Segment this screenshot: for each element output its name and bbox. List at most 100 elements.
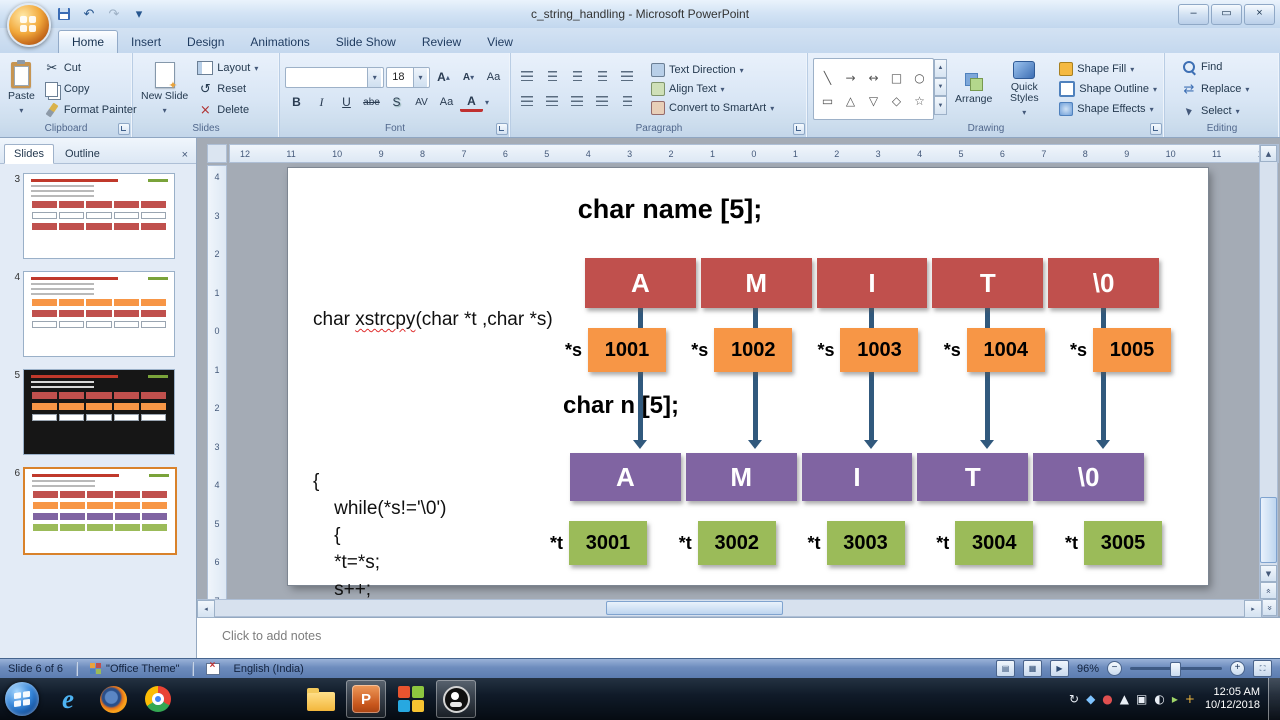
scroll-up-icon[interactable]: ▲ [1260,145,1277,162]
array-cell[interactable]: \0 [1048,258,1159,308]
scroll-left-icon[interactable]: ◂ [197,600,215,618]
vertical-scroll-thumb[interactable] [1260,497,1277,563]
shape-icon[interactable]: □ [885,66,908,89]
tab-insert[interactable]: Insert [118,31,174,53]
shape-effects-button[interactable]: Shape Effects ▾ [1057,101,1159,117]
shrink-font-icon[interactable]: A ▾ [457,68,480,87]
tab-design[interactable]: Design [174,31,237,53]
tab-home[interactable]: Home [58,30,119,53]
array-cell[interactable]: A [585,258,696,308]
justify-icon[interactable] [591,92,614,111]
address-item[interactable]: *s 1005 [1070,328,1171,372]
tray-icon[interactable]: ◐ [1154,692,1164,706]
tab-view[interactable]: View [474,31,526,53]
shape-icon[interactable]: ╲ [816,66,839,89]
shape-icon[interactable]: ↔ [862,66,885,89]
address-box[interactable]: 1001 [588,328,667,372]
maximize-button[interactable]: ▭ [1211,4,1242,25]
taskbar-chrome-icon[interactable] [138,680,178,718]
minimize-button[interactable]: – [1178,4,1209,25]
show-desktop-button[interactable] [1268,678,1280,720]
slide-thumbnail-6[interactable]: 6 [5,467,191,555]
address-box[interactable]: 1005 [1092,328,1171,372]
delete-button[interactable]: × Delete [195,101,260,119]
address-item[interactable]: *t 3005 [1065,521,1162,565]
bullets-icon[interactable] [516,67,539,86]
taskbar-explorer-icon[interactable] [301,680,341,718]
char-n-heading[interactable]: char n [5]; [563,392,679,420]
horizontal-scrollbar[interactable]: ◂ ▸ [196,599,1263,618]
qat-dropdown-icon[interactable]: ▾ [129,4,149,24]
shape-icon[interactable]: ◇ [885,89,908,112]
address-item[interactable]: *t 3004 [936,521,1034,565]
address-box[interactable]: 3001 [569,521,647,565]
save-icon[interactable] [54,4,74,24]
taskbar-ie-icon[interactable]: e [48,680,88,718]
source-array-row[interactable]: A M I T \0 [585,258,1159,308]
redo-icon[interactable]: ↷ [104,4,124,24]
taskbar-powerpoint-icon[interactable]: P [346,680,386,718]
shapes-gallery[interactable]: ╲ → ↔ □ ○ ▭ △ ▽ ◇ ☆ ▲ ▼ ▼ [813,58,947,120]
copy-button[interactable]: Copy [42,80,139,98]
decrease-indent-icon[interactable] [566,67,589,86]
tray-icon[interactable]: ▸ [1172,692,1178,706]
slide-canvas[interactable]: char name [5]; char xstrcpy(char *t ,cha… [288,168,1208,681]
vertical-scrollbar[interactable]: ▲ ▼ » » [1259,144,1278,617]
tray-icon[interactable]: ◆ [1086,692,1095,706]
close-button[interactable]: × [1244,4,1275,25]
align-right-icon[interactable] [566,92,589,111]
font-dialog-launcher[interactable] [496,123,508,135]
drawing-dialog-launcher[interactable] [1150,123,1162,135]
start-button[interactable] [0,678,44,720]
address-item[interactable]: *s 1003 [817,328,919,372]
notes-pane[interactable]: Click to add notes [196,616,1280,658]
array-cell[interactable]: M [700,258,812,308]
taskbar-media-icon[interactable] [391,680,431,718]
clipboard-dialog-launcher[interactable] [118,123,130,135]
address-box[interactable]: 1004 [966,328,1045,372]
grow-font-icon[interactable]: A ▴ [432,68,455,87]
target-array-row[interactable]: A M I T \0 [570,453,1144,501]
zoom-level[interactable]: 96% [1077,663,1099,675]
bold-icon[interactable]: B [285,93,308,112]
font-size-combo[interactable]: 18 ▾ [386,66,430,88]
shape-icon[interactable]: △ [839,89,862,112]
slideshow-icon[interactable]: ▶ [1049,660,1069,677]
shape-fill-button[interactable]: Shape Fill ▾ [1057,61,1159,77]
array-cell[interactable]: T [932,258,1044,308]
tray-icon[interactable]: ▣ [1136,692,1147,706]
scroll-down-icon[interactable]: ▼ [1260,565,1277,582]
tab-slides[interactable]: Slides [4,144,54,164]
array-cell[interactable]: I [801,453,913,501]
align-text-button[interactable]: Align Text ▾ [649,81,776,97]
tab-outline[interactable]: Outline [56,145,109,163]
zoom-in-icon[interactable]: + [1230,661,1245,676]
change-case-icon[interactable]: Aa [435,93,458,112]
taskbar-firefox-icon[interactable] [93,680,133,718]
tray-icon[interactable]: ▲ [1120,692,1129,706]
new-slide-button[interactable]: New Slide ▾ [138,60,191,118]
slide-thumbnail-4[interactable]: 4 [5,271,191,357]
address-item[interactable]: *t 3002 [679,521,776,565]
font-color-icon[interactable]: A [460,93,483,112]
address-item[interactable]: *t 3003 [808,521,905,565]
spellcheck-icon[interactable] [206,660,221,675]
address-item[interactable]: *s 1004 [944,328,1045,372]
array-cell[interactable]: \0 [1033,453,1144,501]
taskbar-obs-icon[interactable] [436,680,476,718]
array-cell[interactable]: M [685,453,797,501]
target-address-row[interactable]: *t 3001 *t 3002 *t 3003 *t 3004 *t 3005 [550,521,1162,565]
quick-styles-button[interactable]: Quick Styles ▾ [999,59,1049,120]
arrange-button[interactable]: Arrange [952,71,995,107]
strikethrough-icon[interactable]: abe [360,93,383,112]
tab-slide-show[interactable]: Slide Show [323,31,409,53]
array-cell[interactable]: I [816,258,928,308]
undo-icon[interactable]: ↶ [79,4,99,24]
address-item[interactable]: *t 3001 [550,521,647,565]
shape-outline-button[interactable]: Shape Outline ▾ [1057,80,1159,98]
format-painter-button[interactable]: Format Painter [42,101,139,119]
fit-to-window-icon[interactable]: ⛶ [1253,660,1272,677]
address-box[interactable]: 3002 [697,521,776,565]
zoom-out-icon[interactable]: − [1107,661,1122,676]
shapes-gallery-scrollbar[interactable]: ▲ ▼ ▼ [934,59,947,116]
